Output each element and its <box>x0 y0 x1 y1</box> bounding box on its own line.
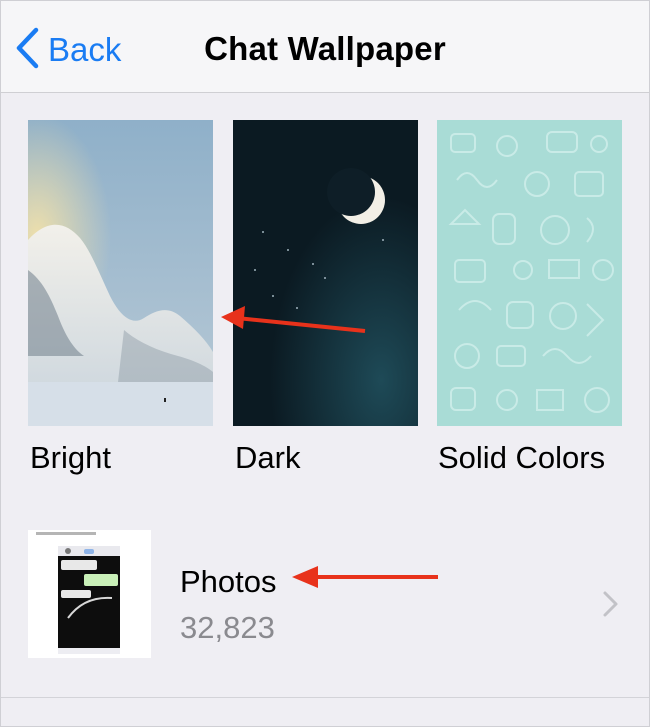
photos-count: 32,823 <box>180 610 275 645</box>
bright-wallpaper-image <box>28 120 213 426</box>
divider <box>0 697 650 698</box>
chevron-right-icon <box>600 590 620 623</box>
wallpaper-bright-tile[interactable] <box>28 120 213 426</box>
wallpaper-solid-colors-label: Solid Colors <box>438 440 606 475</box>
solid-colors-doodle-image <box>437 120 622 426</box>
photos-thumbnail <box>28 530 151 658</box>
dark-wallpaper-image <box>233 120 418 426</box>
page-title: Chat Wallpaper <box>204 30 446 67</box>
photos-label: Photos <box>180 564 277 599</box>
wallpaper-dark-tile[interactable] <box>233 120 418 426</box>
wallpaper-dark-label: Dark <box>235 440 301 475</box>
navigation-bar: Back Chat Wallpaper <box>0 0 650 93</box>
wallpaper-solid-colors-tile[interactable] <box>437 120 622 426</box>
photos-row[interactable]: Photos 32,823 <box>0 512 650 698</box>
wallpaper-bright-label: Bright <box>30 440 111 475</box>
